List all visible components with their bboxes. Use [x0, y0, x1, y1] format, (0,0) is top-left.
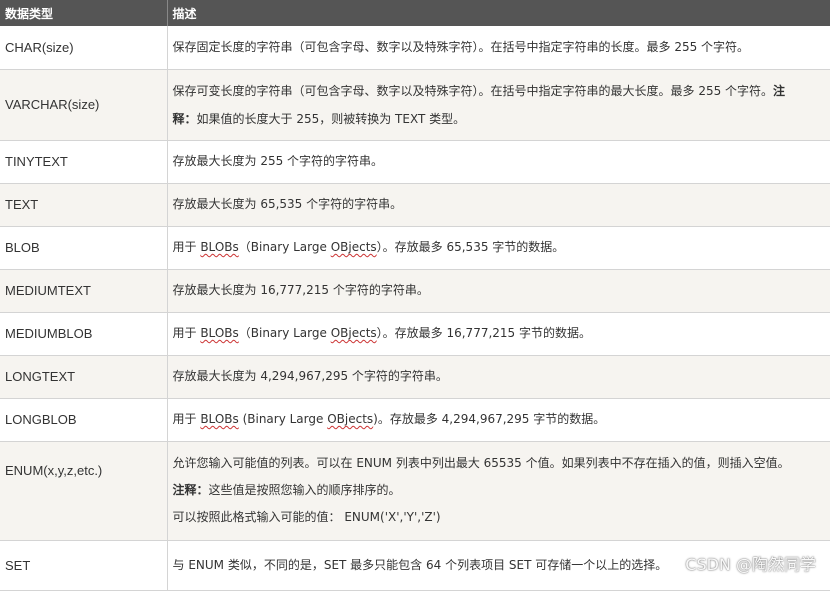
header-type: 数据类型	[0, 0, 168, 26]
type-desc: 允许您输入可能值的列表。可以在 ENUM 列表中列出最大 65535 个值。如果…	[167, 441, 830, 541]
objects-link[interactable]: OBjects	[331, 240, 377, 254]
type-name: MEDIUMTEXT	[0, 269, 168, 313]
type-name: CHAR(size)	[0, 26, 168, 70]
type-name: BLOB	[0, 226, 168, 270]
table-row: ENUM(x,y,z,etc.) 允许您输入可能值的列表。可以在 ENUM 列表…	[0, 441, 830, 541]
table-row: MEDIUMTEXT 存放最大长度为 16,777,215 个字符的字符串。	[0, 269, 830, 313]
table-row: BLOB 用于 BLOBs（Binary Large OBjects）。存放最多…	[0, 226, 830, 270]
blobs-link[interactable]: BLOBs	[200, 240, 238, 254]
type-desc: 用于 BLOBs（Binary Large OBjects）。存放最多 16,7…	[167, 312, 830, 356]
blobs-link[interactable]: BLOBs	[200, 326, 238, 340]
table-row: TINYTEXT 存放最大长度为 255 个字符的字符串。	[0, 140, 830, 184]
table-row: VARCHAR(size) 保存可变长度的字符串（可包含字母、数字以及特殊字符）…	[0, 69, 830, 141]
type-desc: 用于 BLOBs（Binary Large OBjects）。存放最多 65,5…	[167, 226, 830, 270]
enum-line-3: 可以按照此格式输入可能的值： ENUM('X','Y','Z')	[172, 510, 441, 524]
type-desc: 用于 BLOBs (Binary Large OBjects)。存放最多 4,2…	[167, 398, 830, 442]
type-name: LONGTEXT	[0, 355, 168, 399]
table-row: LONGTEXT 存放最大长度为 4,294,967,295 个字符的字符串。	[0, 355, 830, 399]
type-name: LONGBLOB	[0, 398, 168, 442]
type-name: TINYTEXT	[0, 140, 168, 184]
header-desc: 描述	[167, 0, 830, 26]
type-desc: 存放最大长度为 255 个字符的字符串。	[167, 140, 830, 184]
datatype-table: 数据类型 描述 CHAR(size) 保存固定长度的字符串（可包含字母、数字以及…	[0, 0, 830, 591]
watermark: CSDN @陶然同学	[685, 555, 816, 574]
type-name: ENUM(x,y,z,etc.)	[0, 441, 168, 541]
type-desc: 存放最大长度为 65,535 个字符的字符串。	[167, 183, 830, 227]
table-row: MEDIUMBLOB 用于 BLOBs（Binary Large OBjects…	[0, 312, 830, 356]
table-row: CHAR(size) 保存固定长度的字符串（可包含字母、数字以及特殊字符）。在括…	[0, 26, 830, 70]
type-desc: 存放最大长度为 16,777,215 个字符的字符串。	[167, 269, 830, 313]
type-name: MEDIUMBLOB	[0, 312, 168, 356]
type-desc: 存放最大长度为 4,294,967,295 个字符的字符串。	[167, 355, 830, 399]
type-desc: 保存可变长度的字符串（可包含字母、数字以及特殊字符）。在括号中指定字符串的最大长…	[167, 69, 830, 141]
type-name: VARCHAR(size)	[0, 69, 168, 141]
table-row: LONGBLOB 用于 BLOBs (Binary Large OBjects)…	[0, 398, 830, 442]
blobs-link[interactable]: BLOBs	[200, 412, 238, 426]
type-desc: 保存固定长度的字符串（可包含字母、数字以及特殊字符）。在括号中指定字符串的长度。…	[167, 26, 830, 70]
objects-link[interactable]: OBjects	[327, 412, 373, 426]
table-row: TEXT 存放最大长度为 65,535 个字符的字符串。	[0, 183, 830, 227]
enum-line-2: 注释：这些值是按照您输入的顺序排序的。	[172, 483, 401, 497]
table-header-row: 数据类型 描述	[0, 0, 830, 26]
objects-link[interactable]: OBjects	[331, 326, 377, 340]
type-name: TEXT	[0, 183, 168, 227]
enum-line-1: 允许您输入可能值的列表。可以在 ENUM 列表中列出最大 65535 个值。如果…	[172, 456, 790, 470]
